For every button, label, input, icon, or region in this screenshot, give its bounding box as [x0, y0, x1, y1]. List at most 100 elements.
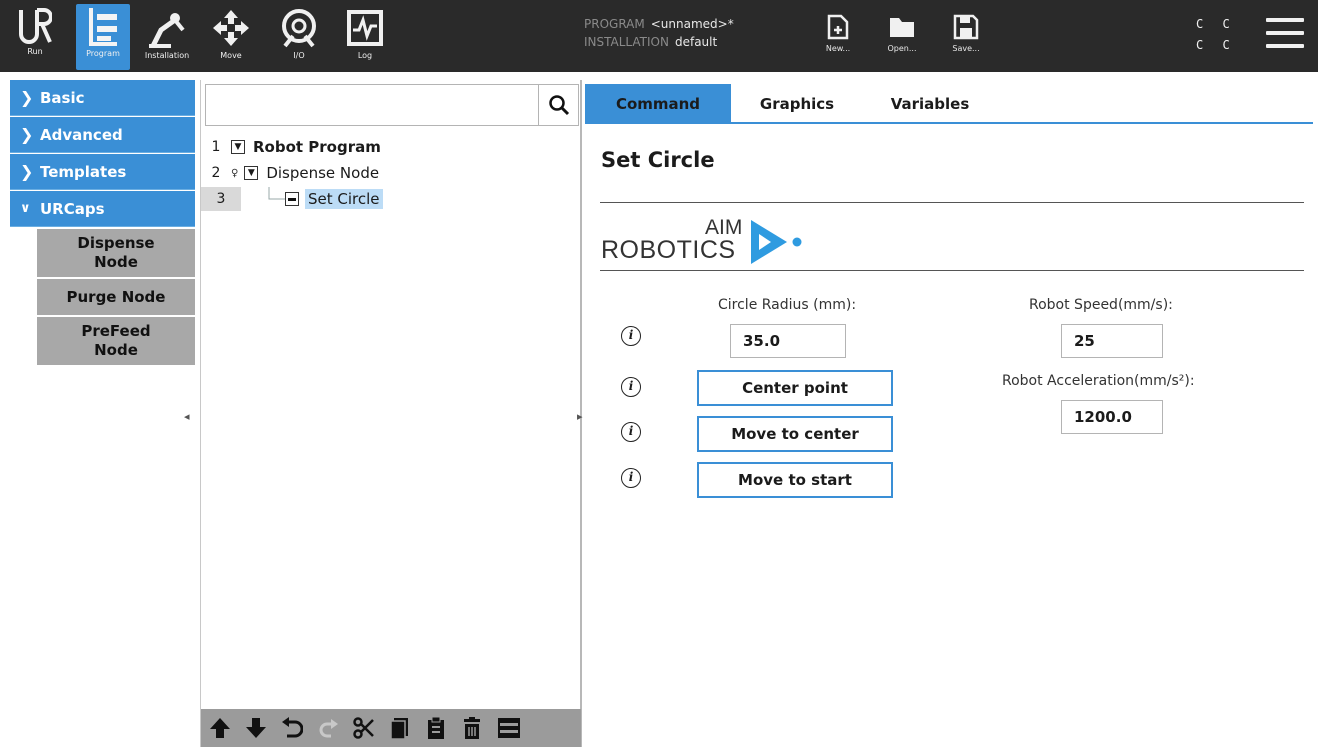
program-value: <unnamed>*	[650, 17, 734, 31]
tree-row-number: 2	[211, 165, 221, 181]
io-nav-label: I/O	[293, 51, 305, 60]
tree-connector-lines	[268, 187, 285, 200]
io-nav-button[interactable]: I/O	[278, 6, 320, 68]
category-templates-label: Templates	[40, 162, 127, 181]
urcap-prefeed-node[interactable]: PreFeed Node	[37, 317, 195, 367]
run-nav-button[interactable]: Run	[14, 6, 56, 68]
tab-command[interactable]: Command	[585, 84, 731, 124]
installation-label: INSTALLATION	[584, 35, 669, 49]
tree-row-dispense-node[interactable]: 2 ♀ ▼ Dispense Node	[201, 161, 579, 185]
command-panel: Command Graphics Variables Set Circle AI…	[585, 80, 1318, 747]
tree-row-robot-program[interactable]: 1 ▼ Robot Program	[201, 135, 579, 159]
status-bottom: C C	[1196, 38, 1236, 52]
robot-acceleration-input[interactable]: 1200.0	[1061, 400, 1163, 434]
ur-logo-icon	[19, 8, 52, 44]
log-nav-button[interactable]: Log	[344, 6, 386, 68]
collapse-right-handle-icon[interactable]: ▸	[577, 410, 583, 423]
robot-speed-input[interactable]: 25	[1061, 324, 1163, 358]
redo-icon[interactable]	[317, 716, 339, 740]
open-folder-icon	[890, 18, 914, 37]
tree-row-number: 1	[211, 139, 221, 155]
program-nav-label: Program	[86, 49, 120, 58]
installation-nav-button[interactable]: Installation	[138, 6, 196, 68]
log-nav-label: Log	[357, 51, 373, 60]
info-icon[interactable]: i	[621, 422, 641, 442]
chevron-right-icon: ❯	[20, 162, 34, 181]
installation-value: default	[674, 35, 718, 49]
new-button[interactable]: New...	[818, 14, 858, 53]
save-icon	[953, 14, 979, 40]
collapse-triangle-icon[interactable]: ▼	[231, 140, 245, 154]
chevron-down-icon: ∨	[20, 201, 31, 216]
suppress-icon[interactable]	[497, 716, 521, 740]
paste-icon[interactable]	[425, 716, 447, 740]
info-icon[interactable]: i	[621, 377, 641, 397]
program-icon	[89, 8, 117, 46]
category-urcaps[interactable]: ∨ URCaps	[10, 191, 195, 227]
program-node-panel: ❯ Basic ❯ Advanced ❯ Templates ∨ URCaps …	[0, 72, 198, 747]
program-nav-button[interactable]: Program	[76, 4, 130, 70]
circle-radius-input[interactable]: 35.0	[730, 324, 846, 358]
copy-icon[interactable]	[389, 716, 411, 740]
collapse-triangle-icon[interactable]: ▼	[244, 166, 259, 180]
category-advanced[interactable]: ❯ Advanced	[10, 117, 195, 153]
tree-row-number: 3	[201, 187, 241, 211]
delete-icon[interactable]	[461, 716, 483, 740]
logo-robotics-text: ROBOTICS	[601, 236, 736, 264]
urcap-purge-node[interactable]: Purge Node	[37, 279, 195, 317]
tab-bar: Command Graphics Variables	[585, 84, 1313, 124]
tree-row-set-circle[interactable]: 3 Set Circle	[201, 187, 579, 211]
move-down-icon[interactable]	[245, 716, 267, 740]
category-basic[interactable]: ❯ Basic	[10, 80, 195, 116]
open-button[interactable]: Open...	[880, 14, 924, 53]
top-bar: Run Program Installation Move I/O Log PR…	[0, 0, 1318, 72]
center-point-button[interactable]: Center point	[697, 370, 893, 406]
tree-row-label: Robot Program	[253, 138, 381, 156]
open-button-label: Open...	[887, 44, 917, 53]
save-button[interactable]: Save...	[944, 14, 988, 53]
robot-speed-label: Robot Speed(mm/s):	[1029, 297, 1173, 313]
tree-row-label: Dispense Node	[266, 164, 380, 182]
undo-icon[interactable]	[281, 716, 303, 740]
tree-toolbar	[201, 709, 581, 747]
move-icon	[213, 10, 249, 46]
program-tree-panel: 1 ▼ Robot Program 2 ♀ ▼ Dispense Node 3 …	[200, 80, 582, 747]
node-pin-icon: ♀	[231, 167, 239, 179]
new-button-label: New...	[825, 44, 851, 53]
tree-row-label: Set Circle	[305, 189, 383, 209]
hamburger-menu-icon[interactable]	[1266, 18, 1304, 52]
leaf-node-icon	[285, 192, 299, 206]
move-nav-button[interactable]: Move	[210, 6, 252, 68]
logo-play-arrow-icon	[751, 220, 802, 264]
program-info: PROGRAM <unnamed>* INSTALLATION default	[584, 15, 734, 51]
info-icon[interactable]: i	[621, 326, 641, 346]
status-indicators: C C C C	[1196, 14, 1236, 56]
search-icon[interactable]	[538, 85, 578, 125]
urcap-prefeed-node-label: PreFeed Node	[81, 322, 151, 359]
tree-search-field[interactable]	[205, 84, 579, 126]
move-up-icon[interactable]	[209, 716, 231, 740]
io-icon	[282, 9, 316, 48]
chevron-right-icon: ❯	[20, 88, 34, 107]
tab-graphics[interactable]: Graphics	[737, 84, 857, 124]
installation-nav-label: Installation	[144, 51, 190, 60]
logo-divider	[600, 270, 1304, 271]
program-label: PROGRAM	[584, 17, 645, 31]
move-to-center-button[interactable]: Move to center	[697, 416, 893, 452]
category-urcaps-label: URCaps	[40, 199, 105, 218]
move-nav-label: Move	[220, 51, 242, 60]
status-top: C C	[1196, 17, 1236, 31]
urcap-purge-node-label: Purge Node	[66, 287, 166, 306]
collapse-left-handle-icon[interactable]: ◂	[184, 410, 190, 423]
urcap-dispense-node[interactable]: Dispense Node	[37, 229, 195, 279]
circle-radius-label: Circle Radius (mm):	[718, 297, 857, 313]
move-to-start-button[interactable]: Move to start	[697, 462, 893, 498]
info-icon[interactable]: i	[621, 468, 641, 488]
chevron-right-icon: ❯	[20, 125, 34, 144]
robot-acceleration-label: Robot Acceleration(mm/s²):	[1002, 373, 1195, 389]
category-templates[interactable]: ❯ Templates	[10, 154, 195, 190]
cut-icon[interactable]	[353, 716, 375, 740]
tab-variables[interactable]: Variables	[875, 84, 985, 124]
category-advanced-label: Advanced	[40, 125, 123, 144]
installation-icon	[149, 13, 185, 48]
